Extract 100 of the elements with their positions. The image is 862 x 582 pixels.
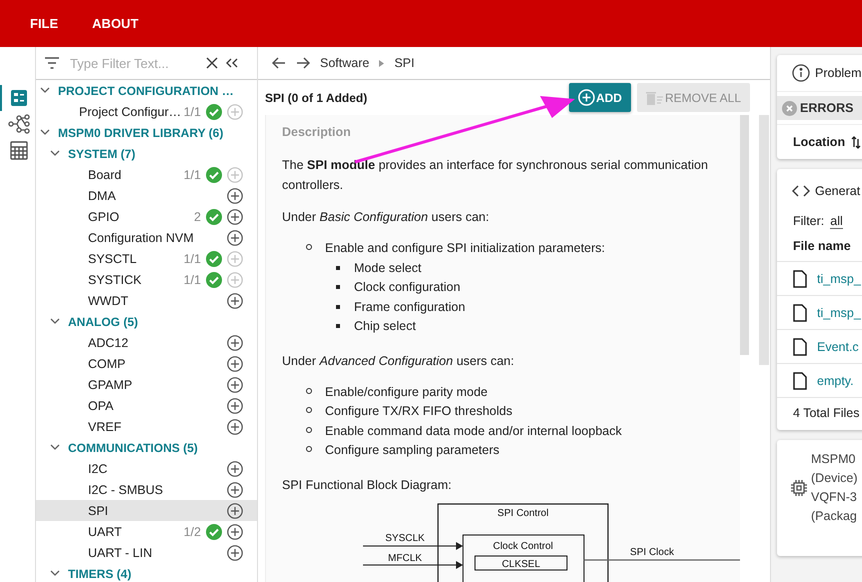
module-count: 1/1 [184,104,201,118]
add-icon[interactable] [227,292,243,308]
module-label: DMA [87,188,117,202]
forward-arrow-icon[interactable] [296,57,310,69]
tree-group[interactable]: PROJECT CONFIGURATION … [36,80,257,101]
tree-item[interactable]: OPA [36,395,257,416]
tree-item[interactable]: SYSTICK 1/1 [36,269,257,290]
tree-item[interactable]: SYSCTL 1/1 [36,248,257,269]
tree-item[interactable]: Board 1/1 [36,164,257,185]
column-header[interactable]: Location [793,135,846,149]
bullet-icon [336,266,340,270]
filter-select[interactable]: all [830,214,843,228]
add-icon[interactable] [227,208,243,224]
file-link[interactable]: Event.c [817,340,859,354]
tree-item[interactable]: I2C - SMBUS [36,479,257,500]
bullet-icon [306,388,312,394]
file-link[interactable]: empty. [817,374,854,388]
scrollbar-thumb[interactable] [740,115,749,355]
module-title: SPI (0 of 1 Added) [265,90,368,104]
tree-group[interactable]: MSPM0 DRIVER LIBRARY (6) [36,122,257,143]
tree-item[interactable]: ADC12 [36,332,257,353]
back-arrow-icon[interactable] [272,57,286,69]
add-icon[interactable] [227,482,243,498]
chevron-icon [50,318,60,325]
module-count: 1/2 [184,524,201,538]
tree-item[interactable]: DMA [36,185,257,206]
module-label: GPIO [87,210,120,224]
diagram-label: Clock Control [492,540,554,552]
bullet-icon [336,304,340,308]
tree-group[interactable]: ANALOG (5) [36,311,257,332]
add-button[interactable]: ADD [568,83,631,112]
tree-item[interactable]: COMP [36,353,257,374]
tree-item[interactable]: Project Configur… 1/1 [36,101,257,122]
chevron-icon [40,87,50,94]
add-icon[interactable] [227,502,243,518]
breadcrumb-link[interactable]: SPI [394,56,414,70]
module-label: GPAMP [87,378,134,392]
tree-group[interactable]: SYSTEM (7) [36,143,257,164]
breadcrumb-separator-icon [379,60,384,66]
tree-item[interactable]: UART - LIN [36,542,257,563]
module-count: 2 [194,210,201,224]
collapse-icon[interactable] [226,58,238,68]
filter-icon[interactable] [44,57,60,69]
module-label: VREF [87,420,122,434]
bullet-icon [306,407,312,413]
module-label: ADC12 [87,336,130,350]
add-icon[interactable] [227,334,243,350]
list-item-text: Enable/configure parity mode [325,384,488,398]
bullet-icon [336,324,340,328]
add-icon[interactable] [227,188,243,204]
scrollbar-thumb[interactable] [759,115,769,365]
add-icon[interactable] [227,398,243,414]
list-item-text: Clock configuration [354,280,460,294]
file-icon [793,304,807,322]
chevron-icon [50,444,60,451]
file-link[interactable]: ti_msp_ [817,272,861,286]
bullet-icon [336,285,340,289]
filter-label: Filter: [793,214,824,228]
add-icon[interactable] [227,356,243,372]
group-label: MSPM0 DRIVER LIBRARY (6) [58,126,224,140]
menu-item[interactable]: FILE [30,16,58,31]
close-icon[interactable] [206,57,218,69]
filter-field[interactable]: Type Filter Text... [68,54,198,72]
tree-group[interactable]: COMMUNICATIONS (5) [36,437,257,458]
tree-item[interactable]: WWDT [36,290,257,311]
file-link[interactable]: ti_msp_ [817,306,861,320]
add-icon[interactable] [227,524,243,540]
list-item-text: Frame configuration [354,300,466,314]
column-header: File name [777,233,862,262]
device-text: VQFN-3 [811,489,858,506]
sort-icon[interactable] [851,135,862,149]
add-icon[interactable] [227,230,243,246]
bullet-icon [306,446,312,452]
module-label: WWDT [87,294,130,308]
diagram-label: CLKSEL [502,558,540,570]
paragraph-text: Under Advanced Configuration users can: [282,352,516,370]
tree-item[interactable]: GPAMP [36,374,257,395]
menu-item[interactable]: ABOUT [92,16,138,31]
tree-group[interactable]: TIMERS (4) [36,563,257,582]
module-count: 1/1 [184,252,201,266]
add-icon[interactable] [227,460,243,476]
calculator-icon [10,140,28,160]
tree-item[interactable]: UART 1/2 [36,521,257,542]
file-icon [793,270,807,288]
module-label: I2C [87,462,108,476]
tree-item[interactable]: I2C [36,458,257,479]
tree-item[interactable]: GPIO 2 [36,206,257,227]
module-label: UART [87,524,123,538]
group-label: SYSTEM (7) [68,146,136,160]
tree-item[interactable]: VREF [36,416,257,437]
add-icon[interactable] [227,376,243,392]
tree-item[interactable]: Configuration NVM [36,227,257,248]
breadcrumb-link[interactable]: Software [320,56,370,70]
network-icon [8,114,30,134]
tree-item[interactable]: SPI [36,500,257,521]
paragraph-text: Under Basic Configuration users can: [282,209,490,226]
add-icon[interactable] [227,544,243,560]
add-icon[interactable] [227,418,243,434]
diagram-label: MFCLK [388,552,422,564]
errors-filter-chip[interactable]: ERRORS [777,96,862,120]
